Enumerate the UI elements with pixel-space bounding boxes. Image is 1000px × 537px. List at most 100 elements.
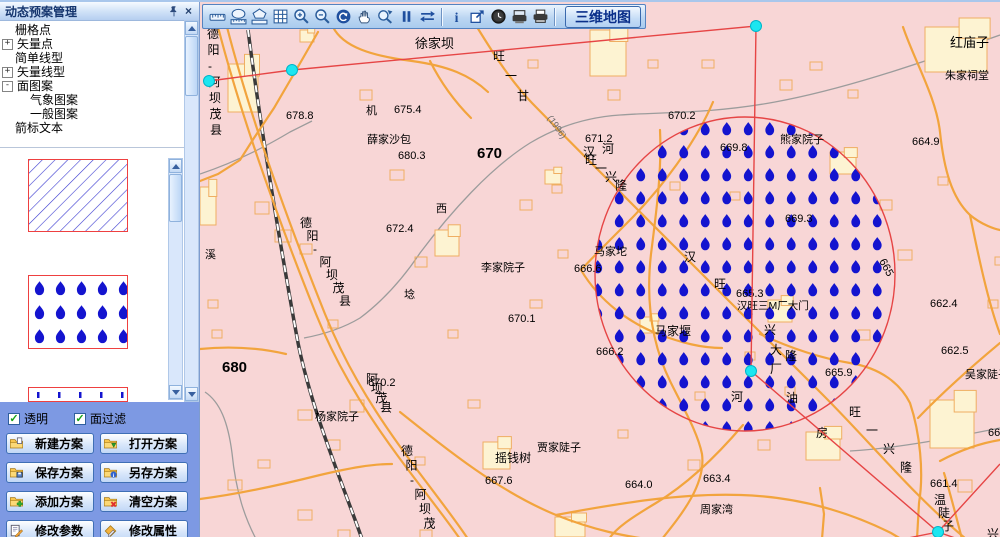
- vertex-handle[interactable]: [933, 527, 944, 537]
- map-label: 汉: [684, 250, 696, 264]
- map-label: 672.4: [386, 223, 414, 235]
- map-label: 666.2: [596, 346, 624, 358]
- edit-params-icon: [9, 524, 24, 537]
- tree-item-矢量点[interactable]: +矢量点: [0, 37, 184, 51]
- scroll-down-arrow[interactable]: [169, 385, 182, 399]
- tree-item-气象图案[interactable]: 气象图案: [0, 93, 184, 107]
- map-label: 马家堰: [655, 323, 691, 338]
- toolbar-measure-polygon-button[interactable]: [249, 6, 270, 27]
- map-canvas[interactable]: 徐家坝红庙子朱家祠堂678.8机675.4薛家沙包680.3670671.2汉河…: [200, 2, 1000, 537]
- map-label: 红庙子: [950, 35, 989, 50]
- map3d-button[interactable]: 三维地图: [565, 6, 641, 28]
- expand-icon[interactable]: +: [2, 67, 13, 78]
- tree-item-一般图案[interactable]: 一般图案: [0, 107, 184, 121]
- button-label: 新建方案: [27, 435, 91, 452]
- map-label: 678.8: [286, 110, 314, 122]
- map-label: 机: [366, 103, 377, 117]
- toolbar-separator: [441, 8, 443, 26]
- folder-open-icon: [103, 437, 118, 451]
- folder-saveas-icon: i: [103, 466, 118, 480]
- checkbox-透明[interactable]: ✓ 透明: [8, 410, 48, 427]
- map-label: 大: [770, 343, 782, 357]
- button-label: 另存方案: [121, 464, 185, 481]
- button-打开方案[interactable]: 打开方案: [100, 433, 188, 454]
- panel-title-bar: 动态预案管理 ×: [0, 2, 199, 21]
- pin-icon[interactable]: [166, 4, 181, 18]
- toolbar-plotter-button[interactable]: [509, 6, 530, 27]
- panel-title: 动态预案管理: [5, 3, 166, 20]
- button-添加方案[interactable]: 添加方案: [6, 491, 94, 512]
- vertex-handle[interactable]: [204, 76, 215, 87]
- partial-pattern[interactable]: [28, 387, 128, 402]
- toolbar-zoom-select-button[interactable]: [375, 6, 396, 27]
- tree-item-面图案[interactable]: -面图案: [0, 79, 184, 93]
- toolbar-measure-ellipse-button[interactable]: [228, 6, 249, 27]
- diagonal-hatch-pattern[interactable]: [28, 159, 128, 232]
- panel-scrollbar[interactable]: [184, 20, 199, 402]
- tree-item-label: 箭标文本: [15, 121, 63, 135]
- pause-icon: [398, 8, 415, 25]
- toolbar-info-button[interactable]: i: [446, 6, 467, 27]
- toolbar-previous-view-button[interactable]: [333, 6, 354, 27]
- checkbox-面过滤[interactable]: ✓ 面过滤: [74, 410, 126, 427]
- toolbar-pan-button[interactable]: [354, 6, 375, 27]
- tree-item-简单线型[interactable]: 简单线型: [0, 51, 184, 65]
- scroll-thumb[interactable]: [185, 36, 198, 96]
- info-icon: i: [448, 8, 465, 25]
- toolbar-swap-button[interactable]: [417, 6, 438, 27]
- toolbar-printer-button[interactable]: [530, 6, 551, 27]
- map-label: 669.3: [785, 213, 813, 225]
- map-viewport[interactable]: 徐家坝红庙子朱家祠堂678.8机675.4薛家沙包680.3670671.2汉河…: [200, 2, 1000, 537]
- map-label: 吴家陡子: [965, 367, 1000, 381]
- button-修改属性[interactable]: 修改属性: [100, 520, 188, 537]
- svg-text:i: i: [455, 10, 459, 25]
- plotter-icon: [511, 8, 528, 25]
- map-label: 旺一甘: [493, 49, 529, 103]
- checkbox-box[interactable]: ✓: [74, 413, 86, 425]
- toolbar-zoom-in-button[interactable]: [291, 6, 312, 27]
- button-另存方案[interactable]: i另存方案: [100, 462, 188, 483]
- blue-drops-pattern[interactable]: [28, 275, 128, 349]
- toolbar-grid-button[interactable]: [270, 6, 291, 27]
- button-新建方案[interactable]: 新建方案: [6, 433, 94, 454]
- grid-icon: [272, 8, 289, 25]
- scroll-down-arrow[interactable]: [185, 387, 198, 401]
- scroll-up-arrow[interactable]: [169, 159, 182, 173]
- scroll-up-arrow[interactable]: [185, 21, 198, 35]
- button-修改参数[interactable]: 修改参数: [6, 520, 94, 537]
- button-保存方案[interactable]: 保存方案: [6, 462, 94, 483]
- vertex-handle[interactable]: [751, 21, 762, 32]
- tree-item-箭标文本[interactable]: 箭标文本: [0, 121, 184, 135]
- vertex-handle[interactable]: [287, 65, 298, 76]
- close-icon[interactable]: ×: [181, 4, 196, 18]
- map-label: 680: [222, 359, 247, 376]
- toolbar-export-button[interactable]: [467, 6, 488, 27]
- button-label: 修改参数: [27, 522, 91, 537]
- scroll-thumb[interactable]: [169, 174, 182, 222]
- map-label: 670.1: [508, 313, 536, 325]
- export-icon: [469, 8, 486, 25]
- toolbar-clock-button[interactable]: [488, 6, 509, 27]
- tree-item-label: 栅格点: [15, 23, 51, 37]
- button-清空方案[interactable]: 清空方案: [100, 491, 188, 512]
- map-label: 贾家陡子: [537, 440, 581, 454]
- tree-item-矢量线型[interactable]: +矢量线型: [0, 65, 184, 79]
- vertex-handle[interactable]: [746, 366, 757, 377]
- map-label: 666.6: [574, 263, 602, 275]
- expand-icon[interactable]: +: [2, 39, 13, 50]
- checkbox-label: 面过滤: [90, 410, 126, 427]
- pattern-list: [0, 148, 168, 402]
- printer-icon: [532, 8, 549, 25]
- checkbox-label: 透明: [24, 410, 48, 427]
- toolbar-pause-button[interactable]: [396, 6, 417, 27]
- checkbox-box[interactable]: ✓: [8, 413, 20, 425]
- plan-area-circle[interactable]: [595, 117, 895, 431]
- collapse-icon[interactable]: -: [2, 81, 13, 92]
- pattern-scrollbar[interactable]: [168, 158, 183, 400]
- folder-add-icon: [9, 495, 24, 509]
- map-label: 河: [602, 142, 614, 156]
- tree-item-栅格点[interactable]: 栅格点: [0, 23, 184, 37]
- toolbar-zoom-out-button[interactable]: [312, 6, 333, 27]
- toolbar-measure-distance-button[interactable]: [207, 6, 228, 27]
- map-label: 兴: [764, 323, 776, 337]
